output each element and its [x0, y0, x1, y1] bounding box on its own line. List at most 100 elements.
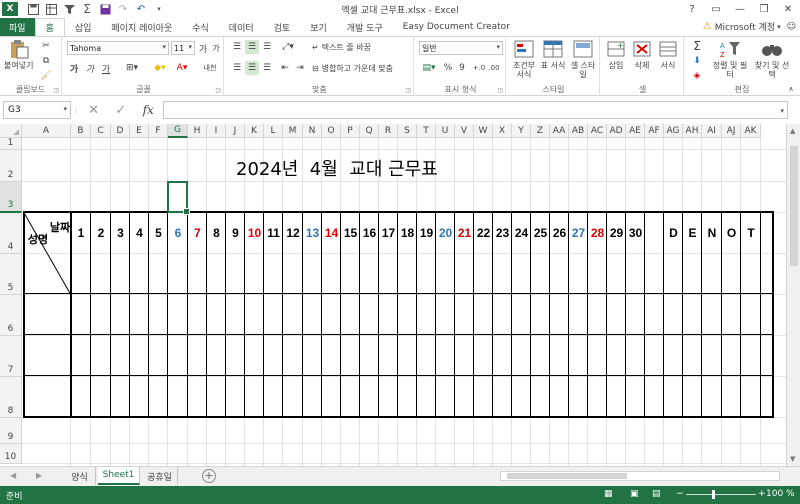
day-header-cell[interactable]: 2: [91, 226, 111, 240]
column-header[interactable]: O: [322, 124, 341, 138]
vertical-scroll-thumb[interactable]: [790, 146, 798, 266]
grow-font-button[interactable]: 가: [197, 41, 209, 55]
row-header[interactable]: 9: [0, 418, 22, 444]
day-header-cell[interactable]: 26: [550, 226, 569, 240]
comma-button[interactable]: 9: [456, 61, 468, 75]
format-as-table-button[interactable]: 표 서식: [540, 39, 566, 70]
column-header[interactable]: P: [341, 124, 360, 138]
column-header[interactable]: V: [455, 124, 474, 138]
day-header-cell[interactable]: 3: [111, 226, 130, 240]
shift-code-header[interactable]: D: [664, 226, 683, 240]
undo-icon[interactable]: ↶: [132, 1, 150, 17]
column-header[interactable]: W: [474, 124, 493, 138]
normal-view-icon[interactable]: ▦: [604, 489, 613, 499]
column-header[interactable]: Z: [531, 124, 550, 138]
column-header[interactable]: AC: [588, 124, 607, 138]
close-icon[interactable]: ✕: [776, 0, 800, 18]
smiley-icon[interactable]: ☺: [787, 22, 796, 32]
accounting-icon[interactable]: ▤▾: [419, 61, 439, 75]
ribbon-tab[interactable]: 홈: [34, 18, 65, 37]
ribbon-tab[interactable]: 검토: [264, 18, 301, 36]
day-header-cell[interactable]: 29: [607, 226, 626, 240]
row-header[interactable]: 3: [0, 182, 22, 213]
autosum-icon[interactable]: Σ: [688, 39, 706, 53]
row-header[interactable]: 8: [0, 377, 22, 418]
column-header[interactable]: AK: [741, 124, 761, 138]
formula-splitter-icon[interactable]: ⋮: [73, 104, 80, 116]
zoom-in-icon[interactable]: +: [758, 489, 766, 499]
column-header[interactable]: J: [226, 124, 245, 138]
add-sheet-icon[interactable]: +: [202, 469, 216, 483]
align-right-icon[interactable]: ☰: [260, 61, 274, 75]
horizontal-scrollbar[interactable]: [500, 471, 780, 481]
redo-icon[interactable]: ↷: [114, 1, 132, 17]
row-header[interactable]: 1: [0, 138, 22, 150]
day-header-cell[interactable]: 6: [168, 226, 188, 240]
align-bottom-icon[interactable]: ☰: [260, 40, 274, 54]
day-header-cell[interactable]: 28: [588, 226, 607, 240]
formula-input[interactable]: ▾: [163, 101, 788, 119]
orientation-icon[interactable]: ⤢▾: [278, 40, 298, 54]
vertical-scrollbar[interactable]: ▲ ▼: [786, 124, 800, 466]
day-header-cell[interactable]: 7: [188, 226, 207, 240]
ribbon-tab[interactable]: 파일: [0, 18, 35, 36]
insert-cells-button[interactable]: + 삽입: [604, 39, 628, 70]
day-header-cell[interactable]: 30: [626, 226, 645, 240]
cancel-icon[interactable]: ✕: [88, 103, 99, 118]
font-color-icon[interactable]: A▾: [172, 61, 192, 75]
scroll-down-icon[interactable]: ▼: [790, 455, 795, 463]
sheet-tab[interactable]: Sheet1: [98, 467, 140, 485]
column-header[interactable]: X: [493, 124, 512, 138]
font-launcher-icon[interactable]: ◳: [215, 87, 221, 94]
delete-cells-button[interactable]: 삭제: [630, 39, 654, 70]
day-header-cell[interactable]: 23: [493, 226, 512, 240]
decrease-indent-icon[interactable]: ⇤: [278, 61, 292, 75]
format-cells-button[interactable]: 서식: [656, 39, 680, 70]
day-header-cell[interactable]: 4: [130, 226, 149, 240]
ribbon-tab[interactable]: 보기: [300, 18, 337, 36]
column-header[interactable]: N: [303, 124, 322, 138]
day-header-cell[interactable]: 20: [436, 226, 455, 240]
sheet-tab[interactable]: 공휴일: [142, 467, 178, 485]
sum-icon[interactable]: Σ: [78, 1, 96, 17]
ribbon-tab[interactable]: 개발 도구: [337, 18, 393, 36]
column-header[interactable]: AB: [569, 124, 588, 138]
column-header[interactable]: F: [149, 124, 168, 138]
decrease-decimal-icon[interactable]: .00: [487, 61, 501, 75]
row-header[interactable]: 10: [0, 444, 22, 464]
percent-button[interactable]: %: [442, 61, 454, 75]
italic-button[interactable]: 가: [83, 61, 97, 75]
day-header-cell[interactable]: 1: [71, 226, 91, 240]
column-header[interactable]: D: [111, 124, 130, 138]
ribbon-tab[interactable]: 수식: [182, 18, 219, 36]
column-header[interactable]: AD: [607, 124, 626, 138]
zoom-slider[interactable]: [686, 494, 756, 495]
shift-code-header[interactable]: E: [683, 226, 702, 240]
column-header[interactable]: AA: [550, 124, 569, 138]
column-header[interactable]: G: [168, 124, 188, 138]
number-format-combo[interactable]: 일반 ▾: [419, 41, 503, 55]
horizontal-scroll-thumb[interactable]: [507, 473, 627, 479]
find-select-button[interactable]: 찾기 및 선택: [752, 39, 792, 79]
row-header[interactable]: 2: [0, 150, 22, 182]
conditional-format-button[interactable]: 조건부 서식: [510, 39, 538, 79]
day-header-cell[interactable]: 12: [283, 226, 303, 240]
day-header-cell[interactable]: 13: [303, 226, 322, 240]
number-launcher-icon[interactable]: ◳: [497, 87, 503, 94]
column-header[interactable]: S: [398, 124, 417, 138]
column-header[interactable]: AF: [645, 124, 664, 138]
column-header[interactable]: AJ: [722, 124, 741, 138]
column-header[interactable]: M: [283, 124, 303, 138]
day-header-cell[interactable]: 22: [474, 226, 493, 240]
column-header[interactable]: A: [22, 124, 71, 138]
underline-button[interactable]: 가: [99, 61, 113, 75]
row-header[interactable]: 5: [0, 254, 22, 295]
column-header[interactable]: B: [71, 124, 91, 138]
font-size-combo[interactable]: 11 ▾: [171, 41, 195, 55]
day-header-cell[interactable]: 17: [379, 226, 398, 240]
day-header-cell[interactable]: 18: [398, 226, 417, 240]
row-header[interactable]: 7: [0, 336, 22, 377]
zoom-out-icon[interactable]: −: [676, 489, 684, 499]
ribbon-tab[interactable]: 데이터: [219, 18, 264, 36]
day-header-cell[interactable]: 21: [455, 226, 474, 240]
